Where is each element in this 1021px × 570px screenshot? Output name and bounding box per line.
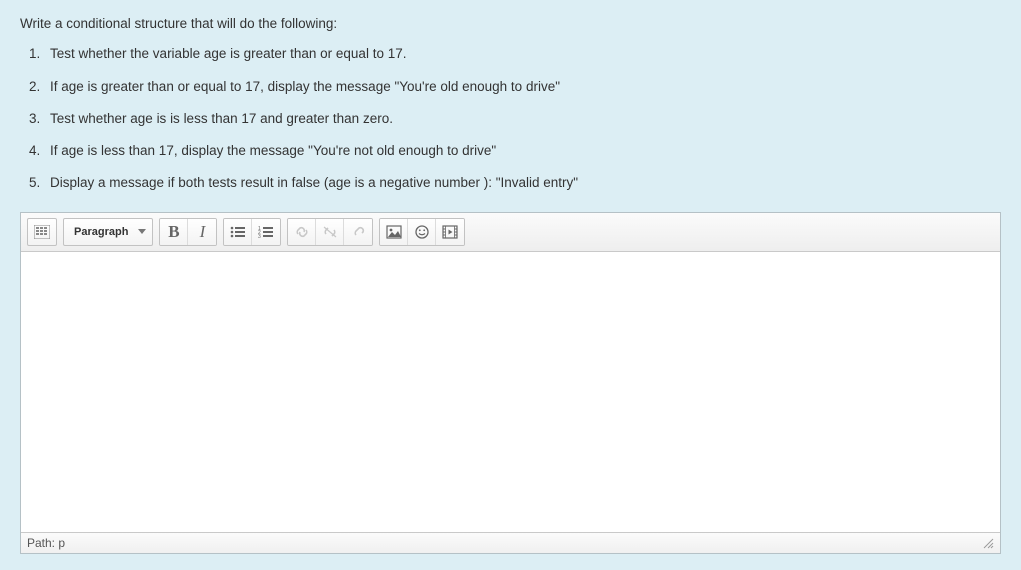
media-group (379, 218, 465, 246)
image-icon (386, 225, 402, 239)
list-item: Test whether age is is less than 17 and … (44, 109, 1001, 129)
list-group: 1 2 3 (223, 218, 281, 246)
link-group (287, 218, 373, 246)
resize-handle[interactable] (982, 537, 994, 549)
insert-emoji-button[interactable] (408, 219, 436, 245)
question-container: Write a conditional structure that will … (0, 0, 1021, 570)
path-label: Path: p (27, 536, 65, 550)
anchor-icon (350, 225, 366, 239)
unlink-icon (322, 225, 338, 239)
ordered-list-button[interactable]: 1 2 3 (252, 219, 280, 245)
list-item: If age is less than 17, display the mess… (44, 141, 1001, 161)
format-select[interactable]: Paragraph (63, 218, 153, 246)
insert-image-button[interactable] (380, 219, 408, 245)
italic-icon: I (200, 222, 206, 242)
question-prompt: Write a conditional structure that will … (20, 14, 1001, 194)
italic-button[interactable]: I (188, 219, 216, 245)
list-item: Display a message if both tests result i… (44, 173, 1001, 193)
film-icon (442, 225, 458, 239)
unordered-list-button[interactable] (224, 219, 252, 245)
anchor-button[interactable] (344, 219, 372, 245)
bold-button[interactable]: B (160, 219, 188, 245)
toggle-toolbar-button[interactable] (27, 218, 57, 246)
text-style-group: B I (159, 218, 217, 246)
smiley-icon (414, 224, 430, 240)
insert-media-button[interactable] (436, 219, 464, 245)
editor-toolbar: Paragraph B I (21, 213, 1000, 252)
prompt-intro: Write a conditional structure that will … (20, 14, 1001, 34)
link-icon (294, 225, 310, 239)
editor-status-bar: Path: p (21, 532, 1000, 553)
ordered-list-icon: 1 2 3 (258, 225, 274, 239)
prompt-list: Test whether the variable age is greater… (20, 44, 1001, 193)
unordered-list-icon (230, 225, 246, 239)
list-item: If age is greater than or equal to 17, d… (44, 77, 1001, 97)
editor-textarea[interactable] (21, 252, 1000, 532)
svg-text:3: 3 (258, 234, 261, 239)
chevron-down-icon (138, 229, 146, 234)
bold-icon: B (168, 222, 179, 242)
format-select-label: Paragraph (74, 226, 128, 238)
list-item: Test whether the variable age is greater… (44, 44, 1001, 64)
insert-link-button[interactable] (288, 219, 316, 245)
unlink-button[interactable] (316, 219, 344, 245)
rich-text-editor: Paragraph B I (20, 212, 1001, 554)
